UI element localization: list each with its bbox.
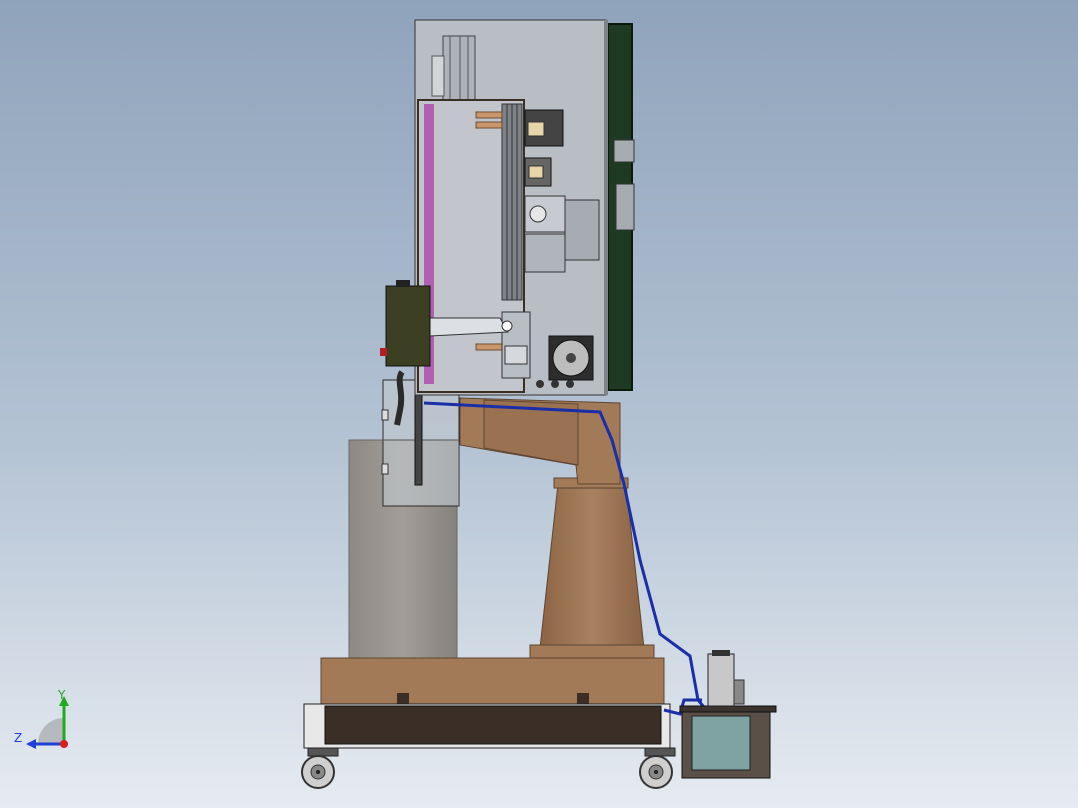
- coordinate-triad: [26, 696, 69, 749]
- door-hinge-top: [613, 139, 635, 163]
- terminal-1: [475, 111, 503, 119]
- relay-module: [524, 233, 566, 273]
- z-axis-label: Z: [14, 731, 23, 745]
- container-latch-bottom: [381, 463, 389, 475]
- cad-viewport[interactable]: Y Z: [0, 0, 1078, 808]
- caster-left: [301, 747, 339, 789]
- drain-pipe: [414, 384, 423, 486]
- pedestal-foot: [529, 644, 655, 660]
- container-latch-top: [381, 409, 389, 421]
- y-axis-label: Y: [58, 688, 66, 702]
- terminal-2: [475, 121, 503, 129]
- emergency-stop-icon: [380, 348, 387, 356]
- pump-tank-window: [691, 715, 751, 771]
- contactor-upper: [524, 109, 564, 147]
- origin-icon: [60, 740, 68, 748]
- arm-pivot: [501, 320, 513, 332]
- base-frame-inner: [324, 705, 662, 745]
- door-hinge-bottom: [615, 183, 635, 231]
- driver-label: [504, 345, 528, 365]
- top-fan-grill: [431, 55, 445, 97]
- contactor-lower: [524, 157, 552, 187]
- pump-cart-top: [679, 705, 777, 713]
- hmi-box: [385, 285, 431, 367]
- hmi-box-cap: [396, 280, 410, 287]
- caster-right: [639, 747, 676, 789]
- base-slot-right: [577, 693, 589, 705]
- cabinet-top-module: [442, 35, 476, 101]
- terminal-3: [475, 343, 503, 351]
- gland-2: [551, 380, 559, 388]
- door-gap: [604, 20, 608, 395]
- machine-side-view: [301, 19, 777, 789]
- gland-3: [566, 380, 574, 388]
- base-slot-left: [397, 693, 409, 705]
- pump-motor: [707, 650, 745, 707]
- wooden-base-box: [320, 657, 665, 707]
- cooling-fan: [548, 335, 594, 381]
- gland-1: [536, 380, 544, 388]
